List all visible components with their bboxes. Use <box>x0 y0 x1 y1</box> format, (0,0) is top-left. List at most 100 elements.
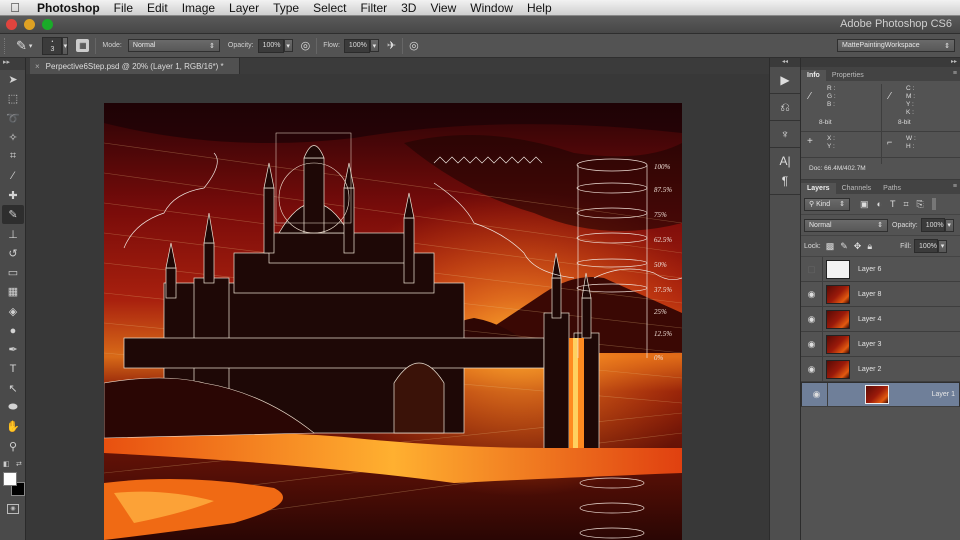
toolbox-expand-icon[interactable]: ▸▸ <box>0 58 25 70</box>
tab-layers[interactable]: Layers <box>801 183 836 194</box>
eye-icon[interactable]: ◉ <box>806 383 828 406</box>
flow-slider-button[interactable]: ▾ <box>369 39 379 52</box>
menu-type[interactable]: Type <box>266 1 306 15</box>
close-icon[interactable]: × <box>35 62 40 71</box>
workspace-dropdown[interactable]: MattePaintingWorkspace ⇕ <box>837 39 955 52</box>
foreground-color-swatch[interactable] <box>3 471 17 486</box>
layer-row[interactable]: ◉ Layer 3 <box>801 332 960 357</box>
menu-image[interactable]: Image <box>175 1 222 15</box>
swap-colors-icon[interactable]: ⇄ <box>16 460 22 468</box>
flow-input[interactable]: 100% <box>343 38 370 53</box>
crop-tool-button[interactable]: ⌗ <box>2 147 24 166</box>
blend-mode-dropdown[interactable]: Normal ⇕ <box>804 218 888 232</box>
ellipse-tool-button[interactable]: ⬬ <box>2 398 24 417</box>
expand-panels-icon[interactable]: ▸▸ <box>801 58 960 67</box>
menu-file[interactable]: File <box>107 1 140 15</box>
layer-row[interactable]: ◉ Layer 2 <box>801 357 960 382</box>
brush-tool-button[interactable]: ✎ <box>2 205 24 225</box>
layer-name[interactable]: Layer 3 <box>858 341 881 348</box>
filter-kind-dropdown[interactable]: ⚲ Kind ⇕ <box>804 197 850 211</box>
layer-row[interactable]: ◉ Layer 1 <box>801 382 960 407</box>
character-panel-button[interactable]: A| <box>770 151 800 171</box>
layer-name[interactable]: Layer 8 <box>858 291 881 298</box>
menu-app-name[interactable]: Photoshop <box>30 1 107 15</box>
paragraph-panel-button[interactable]: ¶ <box>770 171 800 191</box>
panel-menu-icon[interactable]: ≡ <box>953 183 957 190</box>
layer-name[interactable]: Layer 6 <box>858 266 881 273</box>
blur-tool-button[interactable]: ◈ <box>2 302 24 321</box>
hand-tool-button[interactable]: ✋ <box>2 417 24 436</box>
document-tab[interactable]: × Perpective6Step.psd @ 20% (Layer 1, RG… <box>30 58 240 74</box>
filter-type-icon[interactable]: T <box>890 199 896 209</box>
panel-menu-icon[interactable]: ≡ <box>953 70 957 77</box>
pressure-opacity-icon[interactable]: ◎ <box>301 39 311 52</box>
layer-row[interactable]: ▢ Layer 6 <box>801 257 960 282</box>
zoom-window-button[interactable] <box>42 19 53 30</box>
menu-3d[interactable]: 3D <box>394 1 423 15</box>
mode-dropdown[interactable]: Normal ⇕ <box>127 39 220 52</box>
layer-name[interactable]: Layer 4 <box>858 316 881 323</box>
fill-input[interactable]: 100% <box>914 239 939 253</box>
filter-pixel-icon[interactable]: ▣ <box>860 199 869 210</box>
clone-stamp-tool-button[interactable]: ⊥ <box>2 224 24 243</box>
history-panel-button[interactable]: ⎌ <box>770 97 800 117</box>
eye-icon[interactable]: ◉ <box>801 357 823 381</box>
menu-help[interactable]: Help <box>520 1 559 15</box>
layer-opacity-input[interactable]: 100% <box>920 218 945 232</box>
quick-selection-tool-button[interactable]: ✧ <box>2 128 24 147</box>
minimize-window-button[interactable] <box>24 19 35 30</box>
menu-select[interactable]: Select <box>306 1 353 15</box>
filter-shape-icon[interactable]: ⌗ <box>903 199 908 210</box>
filter-adjustment-icon[interactable]: ◐ <box>877 199 882 209</box>
filter-toggle[interactable] <box>931 198 936 210</box>
filter-smart-object-icon[interactable]: ⎘ <box>917 199 924 210</box>
lock-transparency-icon[interactable]: ▩ <box>826 241 835 252</box>
menu-layer[interactable]: Layer <box>222 1 266 15</box>
eye-icon[interactable]: ◉ <box>801 332 823 356</box>
move-tool-button[interactable]: ➤ <box>2 70 24 89</box>
tab-properties[interactable]: Properties <box>826 70 870 81</box>
tab-paths[interactable]: Paths <box>877 183 907 194</box>
gradient-tool-button[interactable]: ▦ <box>2 282 24 301</box>
brush-size-picker[interactable]: • 3 <box>42 36 63 55</box>
eye-icon[interactable]: ◉ <box>801 307 823 331</box>
lock-all-icon[interactable]: 🔒︎ <box>867 241 872 252</box>
collapse-dock-icon[interactable]: ◂◂ <box>770 58 800 67</box>
menu-window[interactable]: Window <box>463 1 520 15</box>
brush-picker-dropdown[interactable]: ▾ <box>62 36 69 55</box>
eraser-tool-button[interactable]: ▭ <box>2 263 24 282</box>
layer-name[interactable]: Layer 2 <box>858 366 881 373</box>
airbrush-icon[interactable]: ✈ <box>387 39 396 52</box>
apple-icon[interactable]:  <box>0 0 30 15</box>
pressure-size-icon[interactable]: ◎ <box>409 39 419 52</box>
quick-mask-icon[interactable]: ◉ <box>7 503 19 514</box>
brush-presets-panel-button[interactable]: ♆ <box>770 124 800 144</box>
healing-brush-tool-button[interactable]: ✚ <box>2 186 24 205</box>
menu-view[interactable]: View <box>423 1 463 15</box>
options-bar-grip[interactable] <box>4 37 10 54</box>
brush-panel-toggle-icon[interactable]: ▦ <box>76 39 90 52</box>
close-window-button[interactable] <box>6 19 17 30</box>
visibility-off-icon[interactable]: ▢ <box>801 257 823 281</box>
brush-preset-icon[interactable]: ✎ <box>16 38 27 54</box>
tab-channels[interactable]: Channels <box>836 183 878 194</box>
eye-icon[interactable]: ◉ <box>801 282 823 306</box>
lock-position-icon[interactable]: ✥ <box>854 241 862 252</box>
layer-name[interactable]: Layer 1 <box>932 391 955 398</box>
eyedropper-tool-button[interactable]: ⁄ <box>2 166 24 185</box>
opacity-slider-button[interactable]: ▾ <box>283 39 293 52</box>
chevron-down-icon[interactable]: ▾ <box>29 42 33 50</box>
layer-opacity-slider-button[interactable]: ▾ <box>944 218 954 232</box>
actions-panel-button[interactable]: ▶ <box>770 70 800 90</box>
history-brush-tool-button[interactable]: ↺ <box>2 244 24 263</box>
menu-edit[interactable]: Edit <box>140 1 175 15</box>
marquee-tool-button[interactable]: ⬚ <box>2 89 24 108</box>
menu-filter[interactable]: Filter <box>353 1 394 15</box>
fill-slider-button[interactable]: ▾ <box>938 239 948 253</box>
layer-row[interactable]: ◉ Layer 8 <box>801 282 960 307</box>
dodge-tool-button[interactable]: ● <box>2 321 24 340</box>
type-tool-button[interactable]: T <box>2 359 24 378</box>
lock-pixels-icon[interactable]: ✎ <box>840 241 848 252</box>
path-selection-tool-button[interactable]: ↖ <box>2 379 24 398</box>
default-colors-icon[interactable]: ◧ <box>3 460 10 468</box>
